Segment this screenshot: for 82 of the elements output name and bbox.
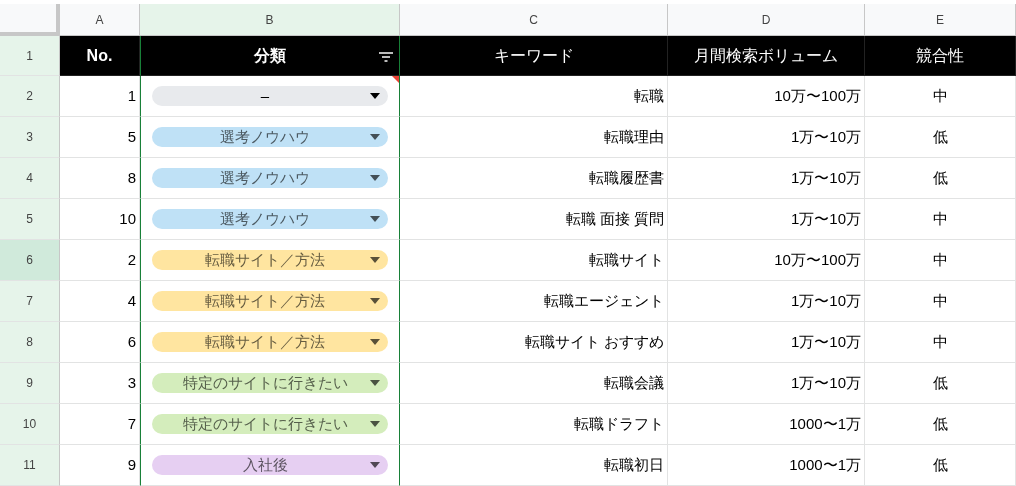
table-cell-text: 10万〜100万: [774, 85, 861, 106]
table-cell-text: 低: [932, 413, 948, 434]
row-header[interactable]: 9: [0, 363, 60, 404]
table-cell-text: 転職ドラフト: [574, 413, 664, 434]
table-cell-text: 1万〜10万: [790, 167, 861, 188]
column-header[interactable]: E: [865, 4, 1016, 36]
table-cell-text: 4: [127, 290, 136, 311]
dropdown-chip[interactable]: 選考ノウハウ: [152, 127, 388, 147]
table-cell-text: 転職 面接 質問: [565, 208, 664, 229]
table-cell-text: 1000〜1万: [789, 413, 861, 434]
column-header[interactable]: D: [668, 4, 865, 36]
table-cell-text: 1万〜10万: [790, 331, 861, 352]
row-header[interactable]: 3: [0, 117, 60, 158]
caret-icon[interactable]: [370, 134, 380, 140]
table-cell-text: 中: [932, 331, 948, 352]
header-cell-text: 分類: [254, 45, 286, 66]
table-cell-text: 1万〜10万: [790, 372, 861, 393]
table-cell-text: 1000〜1万: [789, 454, 861, 475]
header-cell-text: 月間検索ボリューム: [694, 45, 838, 66]
dropdown-chip[interactable]: 特定のサイトに行きたい: [152, 373, 388, 393]
row-header[interactable]: 11: [0, 445, 60, 486]
column-header[interactable]: B: [140, 4, 400, 36]
caret-icon[interactable]: [370, 216, 380, 222]
row-header[interactable]: 7: [0, 281, 60, 322]
table-cell-text: 低: [932, 126, 948, 147]
row-header[interactable]: 10: [0, 404, 60, 445]
table-cell-text: 1万〜10万: [790, 126, 861, 147]
caret-icon[interactable]: [370, 462, 380, 468]
row-header[interactable]: 2: [0, 76, 60, 117]
row-header[interactable]: 5: [0, 199, 60, 240]
table-cell-text: 転職会議: [604, 372, 664, 393]
dropdown-chip[interactable]: 選考ノウハウ: [152, 168, 388, 188]
filter-icon[interactable]: [379, 52, 393, 62]
table-cell-text: 5: [127, 126, 136, 147]
table-cell-text: 低: [932, 454, 948, 475]
table-cell-text: 中: [932, 249, 948, 270]
table-cell-text: 1万〜10万: [790, 290, 861, 311]
table-cell-text: 2: [127, 249, 136, 270]
row-header[interactable]: 6: [0, 240, 60, 281]
table-cell-text: 10万〜100万: [774, 249, 861, 270]
table-cell-text: 低: [932, 372, 948, 393]
table-cell-text: 転職: [634, 85, 664, 106]
table-cell-text: 転職サイト: [589, 249, 664, 270]
header-cell-text: 競合性: [916, 45, 964, 66]
table-cell-text: 転職初日: [604, 454, 664, 475]
caret-icon[interactable]: [370, 298, 380, 304]
caret-icon[interactable]: [370, 421, 380, 427]
table-cell-text: 転職理由: [604, 126, 664, 147]
table-cell-text: 中: [932, 85, 948, 106]
table-cell-text: 中: [932, 208, 948, 229]
dropdown-chip[interactable]: 転職サイト／方法: [152, 332, 388, 352]
dropdown-chip[interactable]: –: [152, 86, 388, 106]
dropdown-chip[interactable]: 転職サイト／方法: [152, 250, 388, 270]
row-header[interactable]: 1: [0, 36, 60, 76]
table-cell-text: 10: [119, 208, 136, 229]
table-cell-text: 転職エージェント: [544, 290, 664, 311]
table-cell-text: 8: [127, 167, 136, 188]
header-cell-text: No.: [86, 45, 113, 66]
caret-icon[interactable]: [370, 93, 380, 99]
caret-icon[interactable]: [370, 339, 380, 345]
caret-icon[interactable]: [370, 380, 380, 386]
dropdown-chip[interactable]: 入社後: [152, 455, 388, 475]
dropdown-chip[interactable]: 転職サイト／方法: [152, 291, 388, 311]
table-cell-text: 中: [932, 290, 948, 311]
caret-icon[interactable]: [370, 257, 380, 263]
caret-icon[interactable]: [370, 175, 380, 181]
table-cell-text: 1: [127, 85, 136, 106]
table-cell-text: 転職サイト おすすめ: [524, 331, 664, 352]
table-cell-text: 7: [127, 413, 136, 434]
column-header[interactable]: A: [60, 4, 140, 36]
column-header[interactable]: C: [400, 4, 668, 36]
table-cell-text: 低: [932, 167, 948, 188]
table-cell-text: 9: [127, 454, 136, 475]
dropdown-chip[interactable]: 選考ノウハウ: [152, 209, 388, 229]
table-cell-text: 転職履歴書: [589, 167, 664, 188]
header-cell-text: キーワード: [493, 45, 574, 66]
table-cell-text: 6: [127, 331, 136, 352]
row-header[interactable]: 8: [0, 322, 60, 363]
table-cell-text: 1万〜10万: [790, 208, 861, 229]
dropdown-chip[interactable]: 特定のサイトに行きたい: [152, 414, 388, 434]
row-header[interactable]: 4: [0, 158, 60, 199]
table-cell-text: 3: [127, 372, 136, 393]
